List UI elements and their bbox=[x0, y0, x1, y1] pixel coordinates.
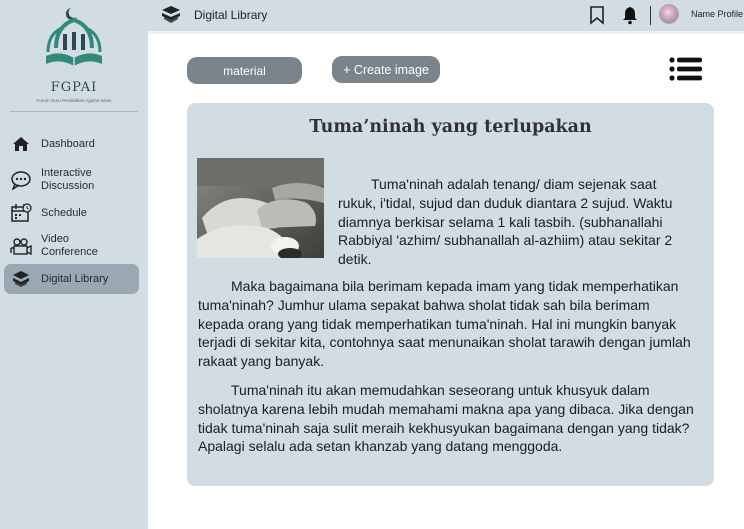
sidebar-item-dashboard[interactable]: Dashboard bbox=[4, 129, 139, 159]
article-paragraph: Maka bagaimana bila berimam kepada imam … bbox=[198, 278, 691, 370]
books-icon bbox=[10, 268, 32, 290]
sidebar-item-schedule[interactable]: Schedule bbox=[4, 198, 139, 228]
divider bbox=[650, 6, 651, 25]
chat-icon bbox=[10, 169, 32, 191]
divider bbox=[10, 111, 138, 112]
sidebar-item-label: Digital Library bbox=[41, 272, 109, 285]
sidebar-item-video-conference[interactable]: Video Conference bbox=[4, 231, 139, 261]
bell-icon[interactable] bbox=[622, 5, 638, 30]
page-title: Digital Library bbox=[194, 8, 268, 22]
profile-name[interactable]: Name Profile bbox=[691, 9, 743, 19]
article-paragraph: Tuma'ninah adalah tenang/ diam sejenak s… bbox=[338, 176, 673, 268]
create-image-button[interactable]: + Create image bbox=[332, 56, 440, 83]
top-bar: Digital Library Name Profile bbox=[148, 0, 744, 31]
article-image bbox=[197, 158, 324, 258]
list-menu-icon[interactable] bbox=[669, 57, 703, 86]
sidebar: FGPAI Forum Guru Pendidikan Agama Islam … bbox=[0, 0, 148, 529]
mosque-logo-icon bbox=[46, 8, 102, 66]
article-paragraph: Tuma'ninah itu akan memudahkan seseorang… bbox=[198, 382, 694, 455]
calendar-icon bbox=[10, 202, 32, 224]
books-icon bbox=[160, 5, 182, 30]
material-button[interactable]: material bbox=[187, 57, 302, 84]
logo-tagline: Forum Guru Pendidikan Agama Islam bbox=[36, 98, 112, 103]
article-card: Tuma’ninah yang terlupakan Tuma'ninah ad… bbox=[187, 103, 714, 486]
avatar[interactable] bbox=[659, 4, 679, 24]
sidebar-item-label: Interactive Discussion bbox=[41, 167, 95, 192]
home-icon bbox=[10, 133, 32, 155]
sidebar-item-digital-library[interactable]: Digital Library bbox=[4, 264, 139, 294]
logo: FGPAI Forum Guru Pendidikan Agama Islam bbox=[0, 0, 148, 112]
video-icon bbox=[10, 235, 32, 257]
sidebar-item-interactive-discussion[interactable]: Interactive Discussion bbox=[4, 165, 139, 195]
bookmark-icon[interactable] bbox=[589, 5, 605, 30]
divider bbox=[148, 31, 744, 34]
sidebar-item-label: Dashboard bbox=[41, 137, 95, 150]
logo-title: FGPAI bbox=[50, 80, 98, 95]
sidebar-item-label: Schedule bbox=[41, 206, 87, 219]
sidebar-item-label: Video Conference bbox=[41, 233, 98, 258]
article-title: Tuma’ninah yang terlupakan bbox=[309, 117, 592, 137]
